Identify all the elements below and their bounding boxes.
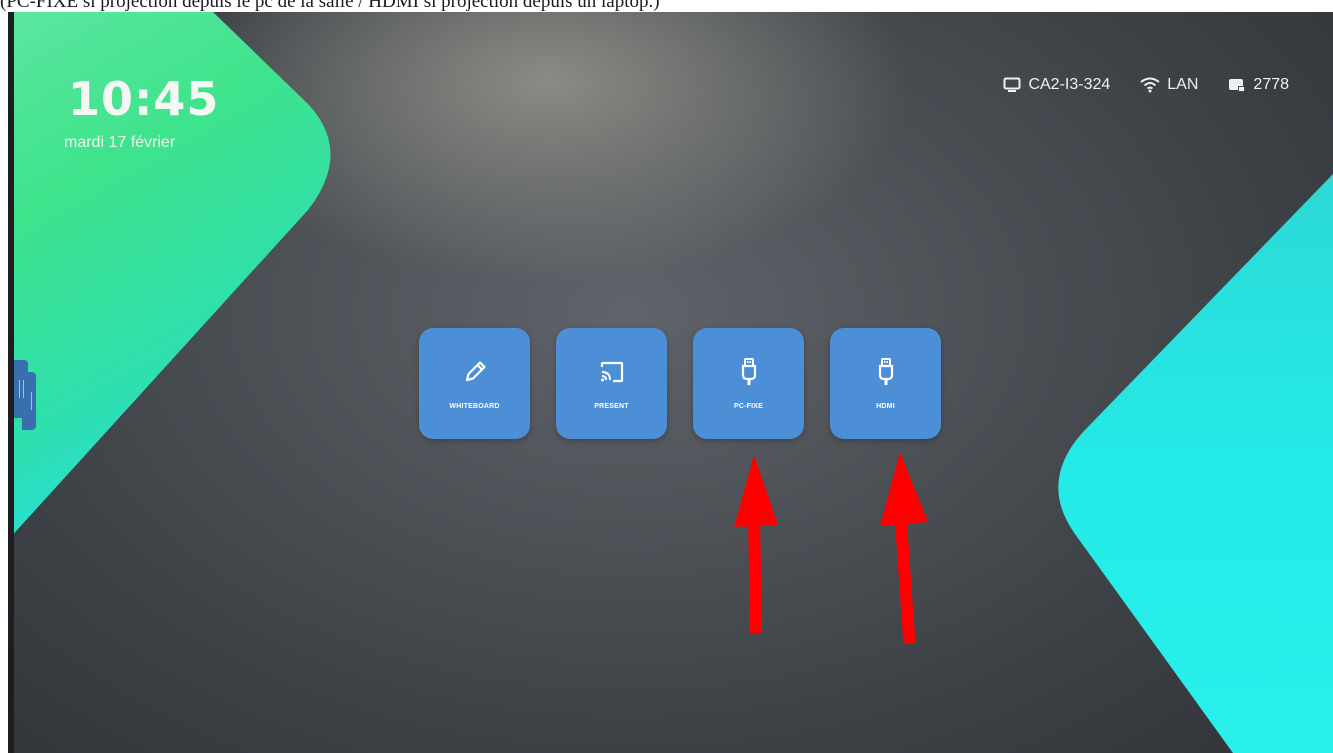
usb-plug-icon [741,358,756,385]
hdmi-label: HDMI [876,403,895,410]
clock-time: 10:45 [68,72,220,126]
source-tiles: WHITEBOARD PRESENT PC-FIXE HDMI [419,328,941,439]
pc-fixe-label: PC-FIXE [733,403,763,410]
annotation-arrow-hdmi [880,452,928,645]
present-tile[interactable]: PRESENT [556,328,667,439]
clock-date: mardi 17 février [64,134,176,151]
network-label: LAN [1167,76,1199,93]
whiteboard-tile[interactable]: WHITEBOARD [419,328,530,439]
present-label: PRESENT [594,403,629,410]
cast-code-icon [1229,79,1246,92]
monitor-icon [1003,77,1021,92]
pencil-icon [465,361,486,382]
cast-code-label: 2778 [1253,76,1289,93]
device-name-status: CA2-I3-324 [1003,76,1110,94]
status-bar: CA2-I3-324 LAN 2778 [1003,76,1289,94]
hdmi-tile[interactable]: HDMI [830,328,941,439]
usb-plug-icon [878,358,893,385]
network-status: LAN [1140,76,1198,94]
whiteboard-label: WHITEBOARD [449,403,500,410]
cast-code-status: 2778 [1228,76,1289,94]
annotation-arrow-pc-fixe [734,455,778,634]
decor-shape-right [1058,174,1333,753]
wifi-icon [1140,77,1160,93]
side-drawer-handle[interactable] [14,360,28,418]
pc-fixe-tile[interactable]: PC-FIXE [693,328,804,439]
device-name-label: CA2-I3-324 [1028,76,1111,93]
cast-icon [600,361,623,383]
